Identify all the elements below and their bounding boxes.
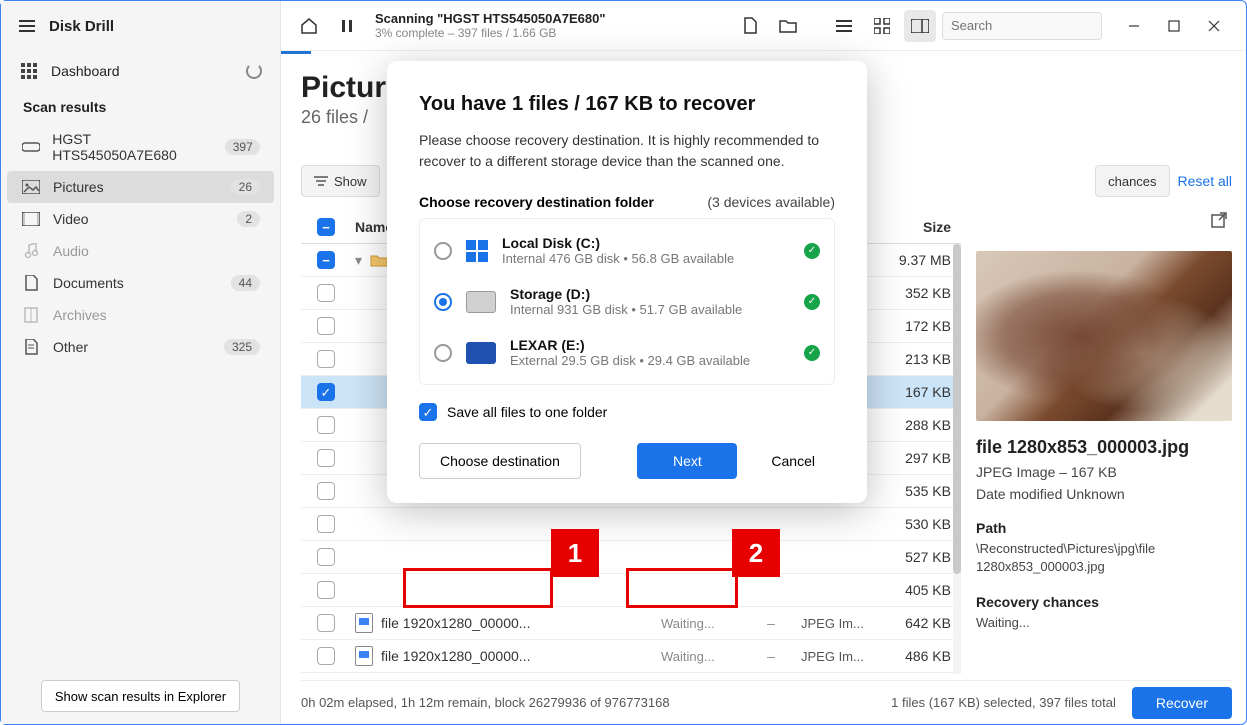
windows-drive-icon xyxy=(466,240,488,262)
radio-icon[interactable] xyxy=(434,242,452,260)
save-all-checkbox[interactable] xyxy=(419,403,437,421)
radio-icon[interactable] xyxy=(434,293,452,311)
next-button[interactable]: Next xyxy=(637,443,737,479)
usb-drive-icon xyxy=(466,342,496,364)
hdd-icon xyxy=(466,291,496,313)
ok-icon: ✓ xyxy=(804,345,820,361)
modal-title: You have 1 files / 167 KB to recover xyxy=(419,93,835,116)
choose-destination-button[interactable]: Choose destination xyxy=(419,443,581,479)
radio-icon[interactable] xyxy=(434,344,452,362)
destination-local-c[interactable]: Local Disk (C:)Internal 476 GB disk • 56… xyxy=(424,225,830,276)
save-all-label: Save all files to one folder xyxy=(447,404,607,420)
modal-avail: (3 devices available) xyxy=(707,194,835,210)
destination-lexar-e[interactable]: LEXAR (E:)External 29.5 GB disk • 29.4 G… xyxy=(424,327,830,378)
ok-icon: ✓ xyxy=(804,294,820,310)
modal-choose-label: Choose recovery destination folder xyxy=(419,194,654,210)
modal-desc: Please choose recovery destination. It i… xyxy=(419,130,835,172)
destination-storage-d[interactable]: Storage (D:)Internal 931 GB disk • 51.7 … xyxy=(424,276,830,327)
ok-icon: ✓ xyxy=(804,243,820,259)
cancel-button[interactable]: Cancel xyxy=(751,443,835,479)
recovery-modal: You have 1 files / 167 KB to recover Ple… xyxy=(387,61,867,503)
